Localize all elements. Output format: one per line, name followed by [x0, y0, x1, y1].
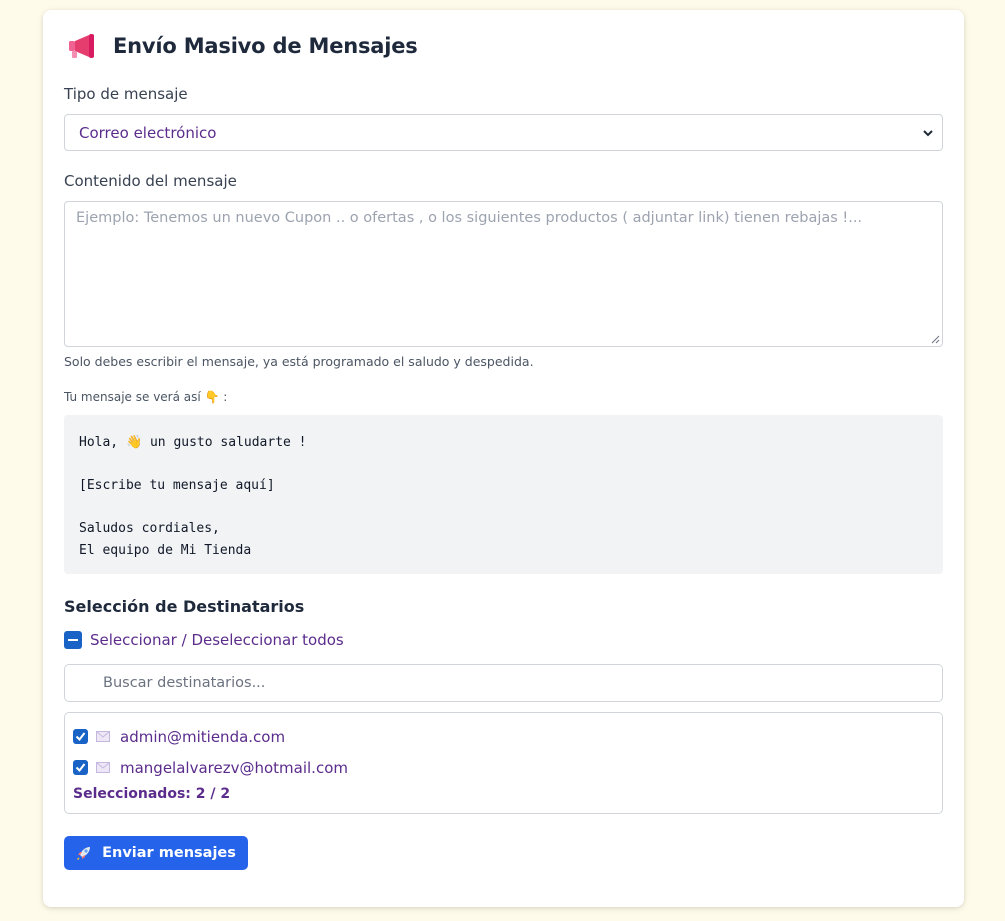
message-content-textarea[interactable]: Ejemplo: Tenemos un nuevo Cupon .. o ofe…	[64, 201, 943, 347]
message-content-label: Contenido del mensaje	[64, 172, 237, 190]
message-type-select[interactable]: Correo electrónico	[64, 114, 943, 151]
envelope-icon	[96, 731, 110, 742]
recipient-search-input[interactable]: Buscar destinatarios...	[64, 664, 943, 702]
toggle-all-label[interactable]: Seleccionar / Deseleccionar todos	[90, 631, 344, 649]
resize-handle-icon[interactable]	[931, 335, 940, 344]
recipient-checkbox[interactable]	[73, 760, 88, 775]
recipient-checkbox[interactable]	[73, 729, 88, 744]
rocket-icon	[77, 847, 91, 861]
list-item[interactable]: mangelalvarezv@hotmail.com	[73, 752, 934, 783]
preview-label: Tu mensaje se verá así 👇 :	[64, 390, 228, 404]
search-placeholder: Buscar destinatarios...	[103, 675, 266, 691]
recipients-title: Selección de Destinatarios	[64, 597, 305, 616]
preview-closing-2: El equipo de Mi Tienda	[79, 542, 252, 558]
preview-greeting: Hola, 👋 un gusto saludarte !	[79, 435, 307, 450]
content-hint: Solo debes escribir el mensaje, ya está …	[64, 354, 534, 369]
send-messages-button[interactable]: Enviar mensajes	[64, 836, 248, 870]
check-icon	[75, 763, 86, 773]
mass-message-card: Envío Masivo de Mensajes Tipo de mensaje…	[43, 10, 964, 907]
preview-closing-1: Saludos cordiales,	[79, 521, 220, 536]
megaphone-icon	[69, 34, 94, 58]
recipient-email: mangelalvarezv@hotmail.com	[120, 758, 348, 777]
check-icon	[75, 732, 86, 742]
recipient-list: admin@mitienda.com mangelalvarezv@hotmai…	[64, 712, 943, 814]
recipient-email: admin@mitienda.com	[120, 727, 286, 746]
indeterminate-checkbox[interactable]	[64, 631, 82, 649]
message-type-label: Tipo de mensaje	[64, 85, 188, 103]
chevron-down-icon	[923, 129, 933, 136]
selected-count: Seleccionados: 2 / 2	[73, 786, 231, 802]
message-content-placeholder: Ejemplo: Tenemos un nuevo Cupon .. o ofe…	[76, 210, 863, 226]
message-preview: Hola, 👋 un gusto saludarte ! [Escribe tu…	[64, 415, 943, 574]
list-item[interactable]: admin@mitienda.com	[73, 721, 934, 752]
toggle-all-recipients[interactable]: Seleccionar / Deseleccionar todos	[64, 631, 344, 649]
preview-body: [Escribe tu mensaje aquí]	[79, 478, 275, 493]
send-button-label[interactable]: Enviar mensajes	[102, 845, 236, 861]
envelope-icon	[96, 762, 110, 773]
card-header: Envío Masivo de Mensajes	[67, 32, 418, 60]
message-type-value: Correo electrónico	[79, 123, 217, 142]
page-title: Envío Masivo de Mensajes	[113, 34, 418, 58]
